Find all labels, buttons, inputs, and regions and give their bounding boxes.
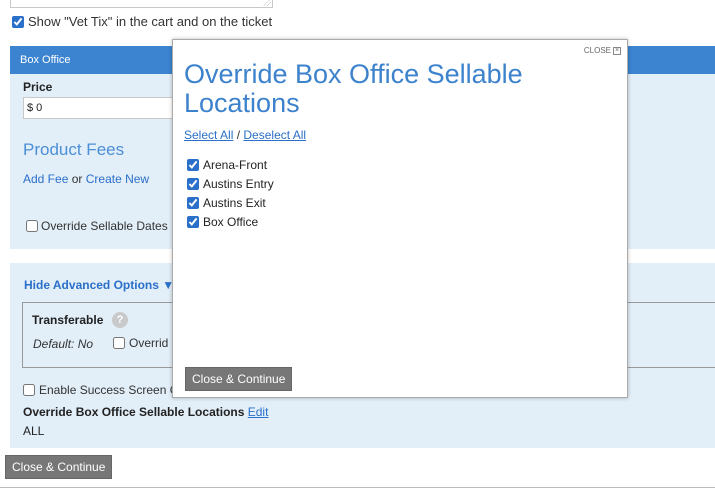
- location-item[interactable]: Arena-Front: [187, 155, 274, 174]
- vet-tix-label: Show "Vet Tix" in the cart and on the ti…: [28, 14, 273, 29]
- description-textarea[interactable]: [10, 0, 273, 8]
- help-icon[interactable]: ?: [112, 312, 128, 328]
- deselect-all-link[interactable]: Deselect All: [243, 128, 306, 142]
- modal-close-button[interactable]: CLOSE ×: [584, 46, 621, 55]
- resize-handle-icon[interactable]: [263, 0, 271, 6]
- sellable-locations-label: Override Box Office Sellable Locations: [23, 405, 245, 419]
- modal-title: Override Box Office Sellable Locations: [184, 59, 523, 118]
- override-transferable-checkbox[interactable]: [113, 337, 125, 349]
- override-dates-option[interactable]: Override Sellable Dates: [26, 219, 168, 233]
- product-fees-heading: Product Fees: [23, 140, 125, 159]
- price-input[interactable]: $ 0: [23, 97, 183, 119]
- select-all-link[interactable]: Select All: [184, 128, 233, 142]
- select-separator: /: [236, 128, 241, 142]
- location-item[interactable]: Austins Exit: [187, 193, 274, 212]
- success-screen-label: Enable Success Screen C: [39, 383, 179, 397]
- location-label: Austins Entry: [203, 176, 274, 191]
- override-dates-label: Override Sellable Dates: [41, 219, 168, 233]
- location-label: Box Office: [203, 214, 259, 229]
- location-checkbox[interactable]: [187, 158, 199, 171]
- vet-tix-checkbox[interactable]: [12, 15, 24, 28]
- or-text: or: [71, 172, 83, 186]
- close-icon: ×: [613, 46, 621, 55]
- override-transferable-label: Overrid: [129, 336, 169, 350]
- bottom-divider: [0, 487, 715, 488]
- select-links: Select All / Deselect All: [184, 128, 306, 142]
- override-transferable-option[interactable]: Overrid: [113, 336, 168, 350]
- override-dates-checkbox[interactable]: [26, 220, 38, 232]
- location-checkbox[interactable]: [187, 196, 199, 209]
- fee-links: Add Fee or Create New: [23, 172, 149, 186]
- location-checkbox[interactable]: [187, 215, 199, 228]
- sellable-locations-value: ALL: [23, 424, 45, 438]
- add-fee-link[interactable]: Add Fee: [23, 172, 68, 186]
- modal-close-label: CLOSE: [583, 46, 611, 55]
- edit-locations-link[interactable]: Edit: [248, 405, 269, 419]
- hide-advanced-toggle[interactable]: Hide Advanced Options ▼: [24, 278, 174, 292]
- sellable-locations-title: Override Box Office Sellable Locations E…: [23, 405, 268, 419]
- location-list: Arena-Front Austins Entry Austins Exit B…: [187, 155, 274, 231]
- location-label: Arena-Front: [203, 157, 268, 172]
- success-screen-option[interactable]: Enable Success Screen C: [23, 383, 178, 397]
- location-item[interactable]: Austins Entry: [187, 174, 274, 193]
- location-label: Austins Exit: [203, 195, 266, 210]
- close-continue-button[interactable]: Close & Continue: [5, 455, 113, 479]
- modal-close-continue-button[interactable]: Close & Continue: [185, 367, 293, 391]
- transferable-default: Default: No: [33, 337, 94, 351]
- vet-tix-option[interactable]: Show "Vet Tix" in the cart and on the ti…: [12, 14, 272, 29]
- create-new-link[interactable]: Create New: [86, 172, 149, 186]
- location-checkbox[interactable]: [187, 177, 199, 190]
- success-screen-checkbox[interactable]: [23, 384, 35, 396]
- location-item[interactable]: Box Office: [187, 212, 274, 231]
- transferable-title: Transferable: [32, 313, 104, 327]
- price-label: Price: [23, 80, 53, 94]
- locations-modal: CLOSE × Override Box Office Sellable Loc…: [172, 39, 628, 398]
